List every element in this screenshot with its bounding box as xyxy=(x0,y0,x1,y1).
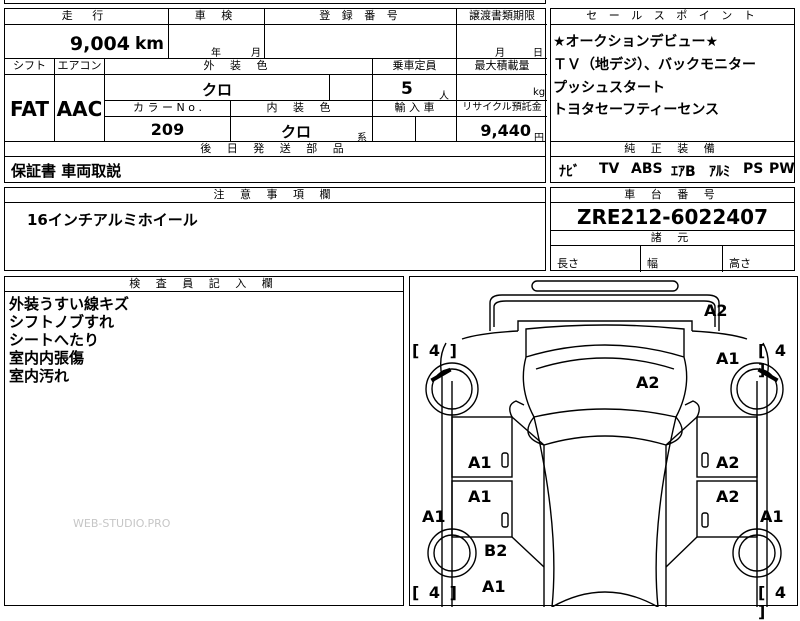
dimensions-width-label: 幅 xyxy=(647,257,658,270)
interior-color-value: クロ xyxy=(281,123,312,141)
interior-color-label: 内 装 色 xyxy=(231,101,373,117)
interior-color-cell: クロ 系 xyxy=(231,117,373,144)
equipment-item: PS xyxy=(743,161,764,177)
equipment-item: PW xyxy=(769,161,795,177)
exterior-color-value: クロ xyxy=(201,81,232,99)
max-load-label: 最大積載量 xyxy=(457,59,547,75)
exterior-color-cell: クロ xyxy=(105,75,373,101)
vehicle-info-table: 走 行 車 検 登 録 番 号 譲渡書類期限 9,004 km 年 月 月 日 … xyxy=(4,8,547,144)
damage-code-right-side: A1 xyxy=(760,507,784,526)
sales-point-line: ★オークションデビュー★ xyxy=(553,34,719,50)
top-strip xyxy=(4,0,546,4)
dimensions-box: 諸 元 長さ 幅 高さ xyxy=(550,230,795,272)
capacity-value: 5 xyxy=(401,79,413,99)
equipment-box: 純 正 装 備 ﾅﾋﾞ TV ABS ｴｱB ｱﾙﾐ PS PW xyxy=(550,141,795,183)
sales-point-line: プッシュスタート xyxy=(553,80,665,96)
recycle-cell: 9,440 円 xyxy=(457,117,547,144)
shift-value: FAT xyxy=(5,75,55,143)
capacity-label: 乗車定員 xyxy=(373,59,457,75)
sales-point-line: ＴＶ（地デジ）、バックモニター xyxy=(553,57,756,73)
notes-box: 注 意 事 項 欄 16インチアルミホイール xyxy=(4,187,546,271)
damage-code-rear: A1 xyxy=(482,577,506,596)
inspector-label: 検 査 員 記 入 欄 xyxy=(5,277,403,292)
recycle-value: 9,440 xyxy=(480,121,531,140)
exterior-color-label: 外 装 色 xyxy=(105,59,373,75)
sales-point-line: トヨタセーフティーセンス xyxy=(553,102,720,118)
damage-code-front: A2 xyxy=(704,301,728,320)
sales-points-label: セ ー ル ス ポ イ ン ト xyxy=(551,9,794,25)
capacity-cell: 5 人 xyxy=(373,75,457,102)
equipment-item: ｱﾙﾐ xyxy=(709,164,730,180)
damage-code-left-front-door: A1 xyxy=(468,453,492,472)
mileage-cell: 9,004 km xyxy=(5,25,169,59)
tire-mark-rear-left: [ 4 ] xyxy=(412,583,459,602)
sales-points-box: セ ー ル ス ポ イ ン ト ★オークションデビュー★ ＴＶ（地デジ）、バック… xyxy=(550,8,795,154)
inspector-line: 室内汚れ xyxy=(9,367,70,385)
transfer-label: 譲渡書類期限 xyxy=(457,9,547,25)
later-parts-value: 保証書 車両取説 xyxy=(11,162,122,180)
later-parts-label: 後 日 発 送 部 品 xyxy=(5,142,545,157)
color-no-label: カ ラ ー N o . xyxy=(105,101,231,117)
inspection-label: 車 検 xyxy=(169,9,265,25)
chassis-value: ZRE212-6022407 xyxy=(576,205,769,229)
registration-label: 登 録 番 号 xyxy=(265,9,457,25)
registration-cell xyxy=(265,25,457,59)
equipment-label: 純 正 装 備 xyxy=(551,142,794,157)
damage-code-windshield: A2 xyxy=(636,373,660,392)
inspection-cell: 年 月 xyxy=(169,25,265,59)
dimensions-height-label: 高さ xyxy=(729,257,751,270)
equipment-item: ｴｱB xyxy=(671,164,696,180)
transfer-month-unit: 月 xyxy=(495,48,505,59)
inspection-year-unit: 年 xyxy=(211,48,221,59)
max-load-unit: kg xyxy=(533,87,546,98)
mileage-label: 走 行 xyxy=(5,9,169,25)
mileage-unit: km xyxy=(134,34,164,54)
inspector-box: 検 査 員 記 入 欄 外装うすい線キズ シフトノブすれ シートへたり 室内内張… xyxy=(4,276,404,606)
damage-code-front-right: A1 xyxy=(716,349,740,368)
notes-value: 16インチアルミホイール xyxy=(27,211,198,229)
damage-code-right-rear-door: A2 xyxy=(716,487,740,506)
aircon-label: エアコン xyxy=(55,59,105,75)
tire-mark-front-left: [ 4 ] xyxy=(412,341,459,360)
aircon-value: AAC xyxy=(55,75,105,143)
chassis-box: 車 台 番 号 ZRE212-6022407 xyxy=(550,187,795,231)
car-diagram xyxy=(425,280,784,607)
equipment-item: TV xyxy=(599,161,620,177)
tire-mark-rear-right: [ 4 ] xyxy=(758,583,789,621)
max-load-cell: kg xyxy=(457,75,547,101)
inspection-month-unit: 月 xyxy=(251,48,261,59)
recycle-label: リサイクル預託金 xyxy=(457,101,547,117)
damage-code-left-rear: B2 xyxy=(484,541,508,560)
shift-label: シフト xyxy=(5,59,55,75)
mileage-value: 9,004 xyxy=(69,33,130,55)
color-no-value: 209 xyxy=(105,117,231,143)
import-cell xyxy=(373,117,457,143)
chassis-label: 車 台 番 号 xyxy=(551,188,794,203)
equipment-item: ABS xyxy=(631,161,663,177)
transfer-cell: 月 日 xyxy=(457,25,547,59)
notes-label: 注 意 事 項 欄 xyxy=(5,188,545,203)
later-parts-box: 後 日 発 送 部 品 保証書 車両取説 xyxy=(4,141,546,183)
tire-mark-front-right: [ 4 ] xyxy=(758,341,789,379)
transfer-day-unit: 日 xyxy=(533,48,543,59)
import-label: 輸 入 車 xyxy=(373,101,457,117)
capacity-unit: 人 xyxy=(439,91,449,102)
watermark: WEB-STUDIO.PRO xyxy=(73,517,171,530)
dimensions-label: 諸 元 xyxy=(551,231,794,246)
damage-code-left-rear-door: A1 xyxy=(468,487,492,506)
dimensions-length-label: 長さ xyxy=(557,257,579,270)
damage-code-right-front-door: A2 xyxy=(716,453,740,472)
damage-code-left-side: A1 xyxy=(422,507,446,526)
equipment-item: ﾅﾋﾞ xyxy=(559,164,580,180)
car-diagram-box: A2 A1 A2 A1 A2 A1 A2 A1 A1 B2 A1 [ 4 ] [… xyxy=(409,276,798,621)
